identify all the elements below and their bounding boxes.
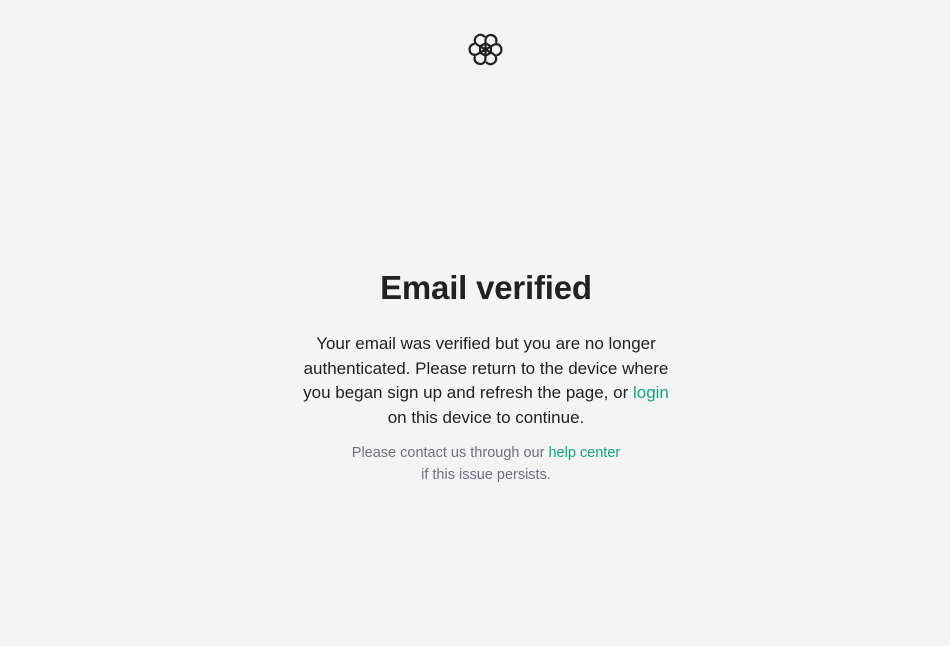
login-link[interactable]: login [633, 383, 669, 402]
message-text-before-link: Your email was verified but you are no l… [303, 334, 669, 402]
openai-logo-svg [468, 33, 503, 66]
page-title: Email verified [380, 269, 592, 306]
help-text-before-link: Please contact us through our [351, 445, 549, 461]
help-message: Please contact us through our help cente… [326, 442, 646, 486]
verification-message: Your email was verified but you are no l… [296, 332, 676, 430]
openai-logo-icon [467, 31, 504, 68]
help-text-after-link: if this issue persists. [421, 467, 551, 483]
verification-panel: Email verified Your email was verified b… [0, 266, 950, 486]
message-text-after-link: on this device to continue. [387, 407, 585, 427]
help-center-link[interactable]: help center [548, 445, 620, 461]
